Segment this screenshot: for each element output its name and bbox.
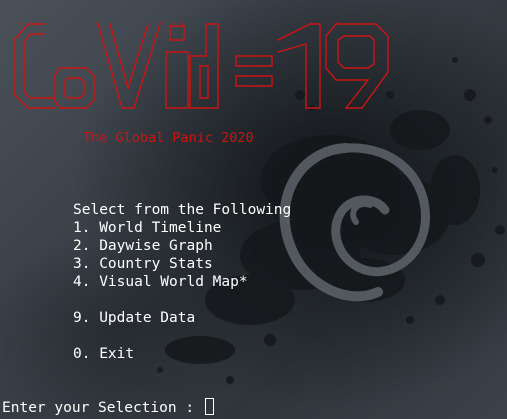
menu-item-country-stats: 3. Country Stats: [73, 256, 213, 272]
prompt-label: Enter your Selection :: [2, 400, 203, 416]
menu-item-world-timeline: 1. World Timeline: [73, 220, 222, 236]
selection-prompt: Enter your Selection :: [2, 398, 214, 417]
menu-item-daywise-graph: 2. Daywise Graph: [73, 238, 213, 254]
tagline: The Global Panic 2020: [83, 130, 254, 146]
menu-item-update-data: 9. Update Data: [73, 310, 196, 326]
menu-heading: Select from the Following: [73, 202, 292, 218]
terminal-cursor[interactable]: [204, 398, 214, 415]
covid19-ascii-logo: [13, 22, 389, 109]
menu-item-visual-world-map: 4. Visual World Map*: [73, 274, 248, 290]
menu-item-exit: 0. Exit: [73, 346, 135, 362]
